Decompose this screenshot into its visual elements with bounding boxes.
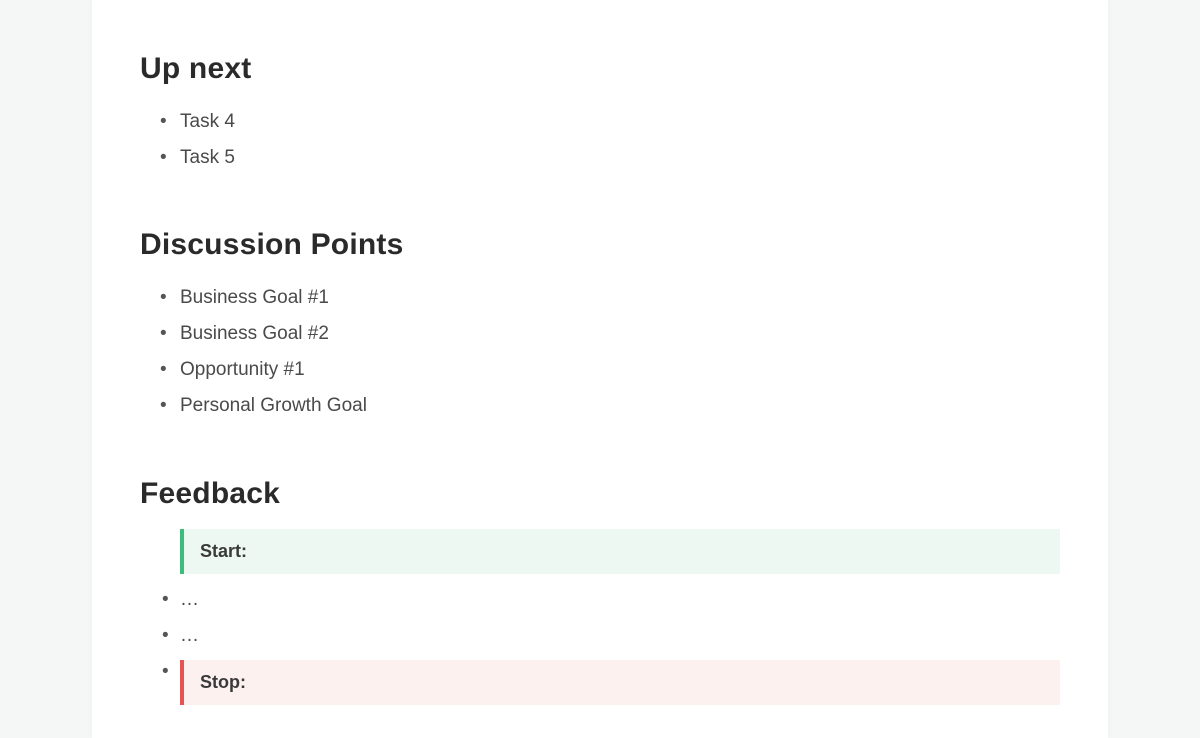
document-page: Up next Task 4 Task 5 Discussion Points …: [92, 0, 1108, 738]
list-item: …: [162, 618, 1060, 654]
section-heading-discussion: Discussion Points: [140, 228, 1060, 262]
section-heading-up-next: Up next: [140, 52, 1060, 86]
feedback-start-list: … …: [162, 582, 1060, 654]
list-item: Business Goal #1: [160, 280, 1060, 316]
callout-stop-label: Stop:: [200, 672, 246, 692]
discussion-list: Business Goal #1 Business Goal #2 Opport…: [160, 280, 1060, 424]
up-next-list: Task 4 Task 5: [160, 104, 1060, 176]
section-heading-feedback: Feedback: [140, 477, 1060, 511]
list-item: …: [162, 582, 1060, 618]
list-item: Task 5: [160, 140, 1060, 176]
list-item: Task 4: [160, 104, 1060, 140]
list-item: Personal Growth Goal: [160, 388, 1060, 424]
callout-stop: Stop:: [180, 660, 1060, 705]
callout-start-label: Start:: [200, 541, 247, 561]
list-item: Opportunity #1: [160, 352, 1060, 388]
list-item: Business Goal #2: [160, 316, 1060, 352]
callout-start: Start:: [180, 529, 1060, 574]
